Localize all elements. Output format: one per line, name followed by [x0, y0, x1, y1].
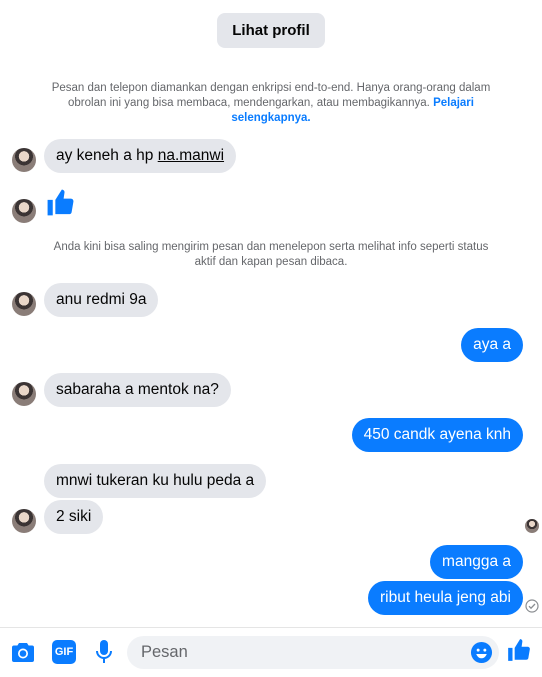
message-text: anu redmi 9a	[56, 291, 147, 308]
microphone-icon[interactable]	[93, 638, 115, 666]
message-bubble-outgoing[interactable]: mangga a	[430, 545, 523, 579]
message-bubble-incoming[interactable]: anu redmi 9a	[44, 283, 159, 317]
message-bubble-outgoing[interactable]: 450 candk ayena knh	[351, 418, 523, 452]
message-bubble-outgoing[interactable]: ribut heula jeng abi	[368, 581, 523, 615]
message-input-placeholder: Pesan	[141, 643, 188, 661]
avatar[interactable]	[12, 199, 36, 223]
seen-avatar	[525, 519, 539, 533]
learn-more-link-part2[interactable]: selengkapnya.	[231, 112, 310, 124]
encryption-notice-line2-text: obrolan ini yang bisa membaca, mendengar…	[68, 97, 430, 109]
learn-more-link-part1[interactable]: Pelajari	[433, 97, 474, 109]
send-like-button[interactable]	[505, 636, 533, 664]
delivered-check-icon	[524, 598, 539, 613]
avatar[interactable]	[12, 292, 36, 316]
message-text: ay keneh a hp	[56, 147, 158, 164]
message-bubble-incoming[interactable]: ay keneh a hp na.manwi	[44, 139, 237, 173]
message-bubble-incoming[interactable]: mnwi tukeran ku hulu peda a	[44, 464, 267, 498]
message-bubble-outgoing[interactable]: aya a	[461, 328, 523, 362]
system-notice-line1: Anda kini bisa saling mengirim pesan dan…	[53, 241, 489, 253]
encryption-notice-line1: Pesan dan telepon diamankan dengan enkri…	[51, 82, 491, 94]
avatar[interactable]	[12, 148, 36, 172]
encryption-notice-line2: obrolan ini yang bisa membaca, mendengar…	[50, 96, 492, 111]
message-text: 450 candk ayena knh	[363, 426, 511, 443]
message-bubble-incoming[interactable]: 2 siki	[44, 500, 104, 534]
avatar[interactable]	[12, 509, 36, 533]
message-text: sabaraha a mentok na?	[56, 381, 219, 398]
avatar[interactable]	[12, 382, 36, 406]
message-text: mnwi tukeran ku hulu peda a	[56, 472, 255, 489]
view-profile-button[interactable]: Lihat profil	[217, 13, 325, 48]
emoji-icon[interactable]	[469, 640, 493, 664]
message-text: ribut heula jeng abi	[380, 589, 511, 606]
message-bubble-incoming[interactable]: sabaraha a mentok na?	[44, 373, 231, 407]
system-notice-line2: aktif dan kapan pesan dibaca.	[194, 256, 348, 268]
system-notice: Anda kini bisa saling mengirim pesan dan…	[50, 240, 492, 270]
encryption-notice: Pesan dan telepon diamankan dengan enkri…	[50, 81, 492, 126]
thumbs-up-icon[interactable]	[44, 186, 76, 218]
gif-button[interactable]: GIF	[52, 640, 76, 664]
composer-divider	[0, 627, 542, 628]
message-link[interactable]: na.manwi	[158, 147, 224, 165]
message-text: mangga a	[442, 553, 511, 570]
message-text: aya a	[473, 336, 511, 353]
camera-icon[interactable]	[10, 639, 36, 665]
gif-label: GIF	[54, 646, 74, 658]
message-text: 2 siki	[56, 508, 92, 525]
